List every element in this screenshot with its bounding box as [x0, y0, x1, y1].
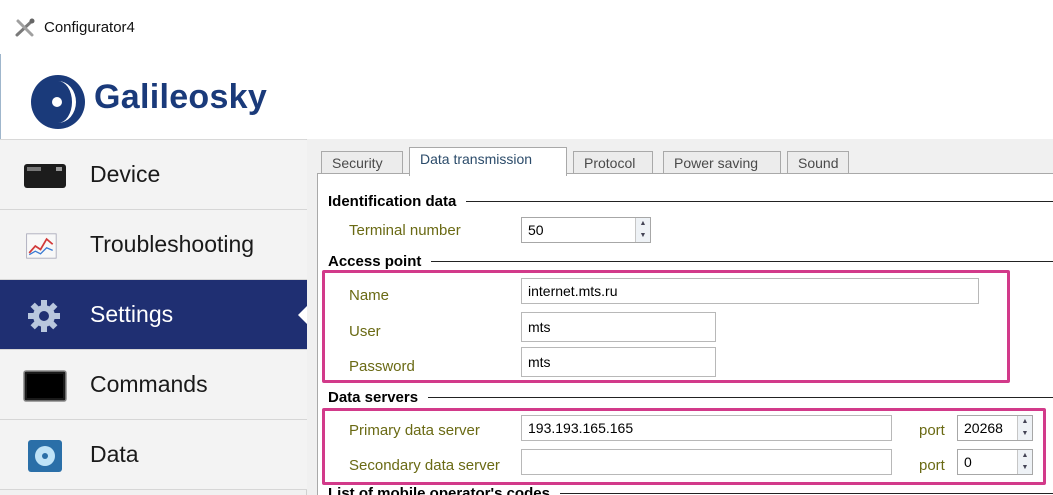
- sidebar-item-label: Device: [90, 161, 161, 187]
- tab-data-transmission[interactable]: Data transmission: [409, 147, 567, 176]
- sidebar-item-settings[interactable]: Settings: [0, 280, 308, 350]
- tab-protocol[interactable]: Protocol: [573, 151, 653, 175]
- title-bar: Configurator4: [0, 0, 1053, 54]
- ap-password-input[interactable]: [521, 347, 716, 377]
- primary-server-label: Primary data server: [349, 422, 480, 439]
- spin-down-icon[interactable]: ▼: [636, 230, 650, 242]
- device-icon: [24, 164, 66, 188]
- sidebar-item-label: Commands: [90, 371, 208, 397]
- spin-up-icon[interactable]: ▲: [1018, 416, 1032, 428]
- secondary-server-label: Secondary data server: [349, 457, 500, 474]
- tab-security[interactable]: Security: [321, 151, 403, 175]
- window-title: Configurator4: [44, 19, 135, 36]
- secondary-port-label: port: [919, 457, 945, 474]
- section-divider: [332, 397, 1053, 398]
- ap-password-label: Password: [349, 358, 415, 375]
- spin-up-icon[interactable]: ▲: [636, 218, 650, 230]
- secondary-port-stepper[interactable]: ▲ ▼: [1017, 450, 1032, 474]
- tab-power-saving[interactable]: Power saving: [663, 151, 781, 175]
- section-title-operator-codes: List of mobile operator's codes: [328, 485, 560, 495]
- sidebar-item-label: Settings: [90, 301, 174, 327]
- terminal-number-stepper[interactable]: ▲ ▼: [635, 218, 650, 242]
- primary-port-label: port: [919, 422, 945, 439]
- ap-name-label: Name: [349, 287, 390, 304]
- spin-down-icon[interactable]: ▼: [1018, 428, 1032, 440]
- sidebar-item-commands[interactable]: Commands: [0, 350, 307, 420]
- sidebar-item-data[interactable]: Data: [0, 420, 307, 490]
- ap-name-input[interactable]: [521, 278, 979, 304]
- terminal-icon: [23, 370, 67, 402]
- primary-port-stepper[interactable]: ▲ ▼: [1017, 416, 1032, 440]
- sidebar-item-label: Troubleshooting: [90, 231, 255, 257]
- chart-icon: [26, 233, 57, 259]
- sidebar: Device Troubleshooting Settings Commands…: [0, 139, 308, 495]
- sidebar-item-device[interactable]: Device: [0, 140, 307, 210]
- sidebar-item-troubleshooting[interactable]: Troubleshooting: [0, 210, 307, 280]
- section-divider: [332, 261, 1053, 262]
- main-panel: Security Data transmission Protocol Powe…: [307, 139, 1053, 495]
- ap-user-input[interactable]: [521, 312, 716, 342]
- brand-name: Galileosky: [94, 78, 268, 116]
- ap-user-label: User: [349, 323, 381, 340]
- secondary-server-input[interactable]: [521, 449, 892, 475]
- tab-content: Identification data Terminal number ▲ ▼ …: [317, 173, 1053, 495]
- tools-icon: [15, 18, 35, 37]
- galileosky-logo-icon: [31, 75, 85, 129]
- spin-up-icon[interactable]: ▲: [1018, 450, 1032, 462]
- disk-icon: [28, 440, 62, 472]
- spin-down-icon[interactable]: ▼: [1018, 462, 1032, 474]
- section-title-identification: Identification data: [328, 193, 467, 210]
- terminal-number-label: Terminal number: [349, 222, 461, 239]
- primary-server-input[interactable]: [521, 415, 892, 441]
- terminal-number-input[interactable]: [521, 217, 651, 243]
- section-title-access-point: Access point: [328, 253, 432, 270]
- tab-sound[interactable]: Sound: [787, 151, 849, 175]
- sidebar-item-label: Data: [90, 441, 139, 467]
- section-title-data-servers: Data servers: [328, 389, 429, 406]
- gear-icon: [28, 300, 60, 332]
